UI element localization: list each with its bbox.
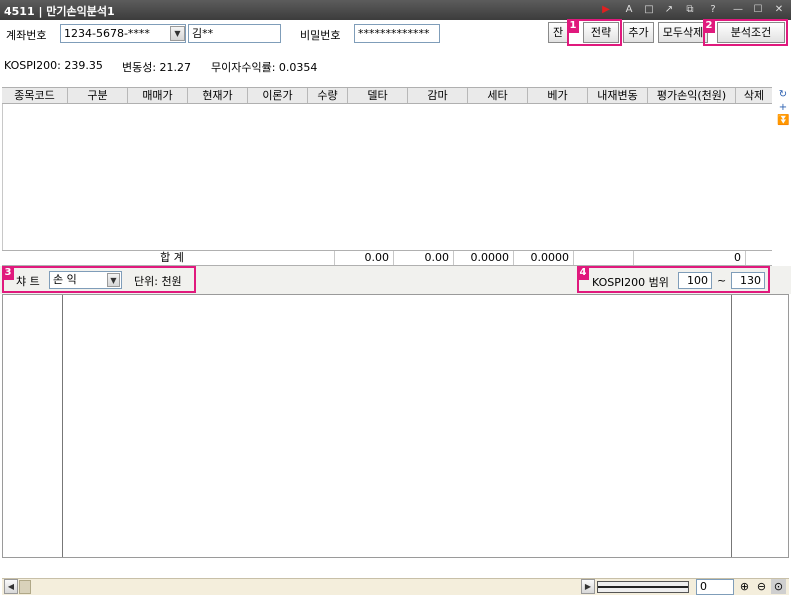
scroll-down-icon[interactable]: ⏬ xyxy=(777,115,789,127)
minimize-icon[interactable]: — xyxy=(731,3,745,17)
sum-vega: 0.0000 xyxy=(514,251,574,265)
help-icon[interactable]: ? xyxy=(706,3,720,17)
zoom-slider[interactable] xyxy=(597,581,689,593)
zoom-in-icon[interactable]: ⊕ xyxy=(737,579,752,594)
add-button[interactable]: 추가 xyxy=(623,22,654,43)
password-label: 비밀번호 xyxy=(300,29,341,42)
sum-gamma: 0.00 xyxy=(394,251,454,265)
table-header: 종목코드 구분 매매가 현재가 이론가 수량 델타 감마 세타 베가 내재변동 … xyxy=(2,87,772,104)
range-max-input[interactable]: 130 xyxy=(731,272,765,289)
title-bar: 4511 | 만기손익분석1 ▶ A □ ↗ ⧉ ? — ☐ ✕ xyxy=(0,0,791,20)
badge-3: 3 xyxy=(2,266,14,280)
col-trade-price[interactable]: 매매가 xyxy=(128,88,188,103)
range-separator: ~ xyxy=(717,274,727,287)
window-icon[interactable]: □ xyxy=(642,3,656,17)
col-type[interactable]: 구분 xyxy=(68,88,128,103)
col-gamma[interactable]: 감마 xyxy=(408,88,468,103)
kospi-value: KOSPI200: 239.35 xyxy=(4,59,103,72)
window-title: 4511 | 만기손익분석1 xyxy=(4,5,115,18)
col-delete[interactable]: 삭제 xyxy=(736,88,772,103)
sum-pnl: 0 xyxy=(634,251,746,265)
scroll-right-icon[interactable]: ▶ xyxy=(581,579,595,594)
chart-left-axis xyxy=(62,295,63,557)
badge-4: 4 xyxy=(577,266,589,280)
col-theta[interactable]: 세타 xyxy=(468,88,528,103)
account-number-value: 1234-5678-**** xyxy=(64,27,150,40)
col-code[interactable]: 종목코드 xyxy=(2,88,68,103)
maximize-icon[interactable]: ☐ xyxy=(751,3,765,17)
table-body[interactable] xyxy=(2,104,772,250)
zoom-slider-track xyxy=(598,586,688,588)
font-icon[interactable]: A xyxy=(622,3,636,17)
play-icon[interactable]: ▶ xyxy=(599,3,613,17)
refresh-icon[interactable]: ↻ xyxy=(777,89,789,101)
sum-label: 합 계 xyxy=(160,251,184,264)
scroll-left-icon[interactable]: ◀ xyxy=(4,579,18,594)
col-implied-vol[interactable]: 내재변동 xyxy=(588,88,648,103)
scroll-thumb[interactable] xyxy=(19,580,31,594)
col-pnl[interactable]: 평가손익(천원) xyxy=(648,88,736,103)
sum-delta: 0.00 xyxy=(334,251,394,265)
col-theoretical-price[interactable]: 이론가 xyxy=(248,88,308,103)
col-vega[interactable]: 베가 xyxy=(528,88,588,103)
sum-implied-vol xyxy=(574,251,634,265)
sum-row: 합 계 0.00 0.00 0.0000 0.0000 0 xyxy=(2,250,772,266)
pin-icon[interactable]: ↗ xyxy=(662,3,676,17)
close-icon[interactable]: ✕ xyxy=(772,3,786,17)
col-current-price[interactable]: 현재가 xyxy=(188,88,248,103)
zoom-value-input[interactable]: 0 xyxy=(696,579,734,595)
zoom-reset-icon[interactable]: ⊙ xyxy=(771,579,786,594)
restore-icon[interactable]: ⧉ xyxy=(683,3,697,17)
chart-right-axis xyxy=(731,295,732,557)
account-label: 계좌번호 xyxy=(6,29,47,42)
password-field[interactable]: ************* xyxy=(354,24,440,43)
plus-icon[interactable]: + xyxy=(777,102,789,114)
range-label: KOSPI200 범위 xyxy=(592,276,669,289)
chevron-down-icon[interactable]: ▼ xyxy=(170,26,185,41)
sum-theta: 0.0000 xyxy=(454,251,514,265)
col-quantity[interactable]: 수량 xyxy=(308,88,348,103)
chevron-down-icon[interactable]: ▼ xyxy=(107,273,120,287)
strategy-button[interactable]: 전략 xyxy=(583,22,619,43)
badge-1: 1 xyxy=(567,19,579,33)
zoom-out-icon[interactable]: ⊖ xyxy=(754,579,769,594)
analysis-condition-button[interactable]: 분석조건 xyxy=(717,22,785,43)
volatility-value: 변동성: 21.27 xyxy=(122,61,192,74)
range-min-input[interactable]: 100 xyxy=(678,272,712,289)
chart-type-value: 손 익 xyxy=(53,273,77,286)
balance-button[interactable]: 잔 xyxy=(548,22,568,43)
badge-2: 2 xyxy=(703,19,715,33)
horizontal-scrollbar[interactable]: ◀ ▶ 0 ⊕ ⊖ ⊙ xyxy=(2,578,789,595)
risk-free-value: 무이자수익률: 0.0354 xyxy=(211,61,318,74)
col-delta[interactable]: 델타 xyxy=(348,88,408,103)
account-name-field: 김** xyxy=(188,24,281,43)
chart-label: 챠 트 xyxy=(16,275,40,288)
delete-all-button[interactable]: 모두삭제 xyxy=(658,22,708,43)
chart-area[interactable] xyxy=(2,294,789,558)
account-number-combo[interactable]: 1234-5678-**** xyxy=(60,24,186,43)
unit-label: 단위: 천원 xyxy=(134,275,182,288)
